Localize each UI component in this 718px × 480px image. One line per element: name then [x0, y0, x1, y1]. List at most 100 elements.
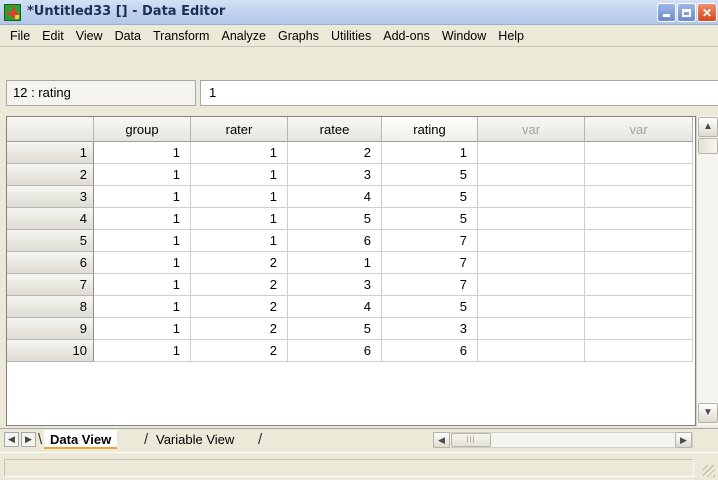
scroll-right-button[interactable]: ▶ — [675, 432, 692, 448]
data-cell[interactable]: 7 — [382, 230, 478, 252]
data-cell[interactable] — [478, 186, 585, 208]
row-number[interactable]: 2 — [7, 164, 94, 186]
data-cell[interactable] — [478, 142, 585, 164]
data-cell[interactable]: 1 — [191, 142, 288, 164]
horizontal-scroll-thumb[interactable]: ||| — [451, 433, 491, 447]
menu-window[interactable]: Window — [436, 26, 492, 46]
data-cell[interactable] — [478, 230, 585, 252]
data-cell[interactable]: 1 — [94, 252, 191, 274]
data-cell[interactable]: 3 — [288, 274, 382, 296]
menu-graphs[interactable]: Graphs — [272, 26, 325, 46]
data-cell[interactable]: 1 — [191, 208, 288, 230]
scroll-left-button[interactable]: ◀ — [433, 432, 450, 448]
data-cell[interactable] — [585, 230, 693, 252]
data-cell[interactable]: 2 — [191, 274, 288, 296]
data-cell[interactable]: 5 — [382, 208, 478, 230]
data-cell[interactable]: 1 — [191, 230, 288, 252]
row-number[interactable]: 8 — [7, 296, 94, 318]
row-number[interactable]: 5 — [7, 230, 94, 252]
data-cell[interactable]: 1 — [382, 142, 478, 164]
data-cell[interactable] — [585, 318, 693, 340]
row-number[interactable]: 1 — [7, 142, 94, 164]
data-cell[interactable]: 7 — [382, 274, 478, 296]
data-cell[interactable] — [585, 186, 693, 208]
menu-edit[interactable]: Edit — [36, 26, 70, 46]
data-cell[interactable] — [478, 318, 585, 340]
data-cell[interactable] — [478, 164, 585, 186]
data-cell[interactable]: 5 — [288, 208, 382, 230]
data-cell[interactable]: 1 — [94, 208, 191, 230]
data-cell[interactable]: 1 — [94, 230, 191, 252]
data-cell[interactable]: 1 — [94, 318, 191, 340]
data-cell[interactable] — [585, 274, 693, 296]
row-number[interactable]: 10 — [7, 340, 94, 362]
row-number[interactable]: 6 — [7, 252, 94, 274]
close-button[interactable]: ✕ — [697, 3, 717, 22]
data-cell[interactable]: 5 — [382, 186, 478, 208]
column-header-ratee[interactable]: ratee — [288, 117, 382, 142]
data-cell[interactable] — [585, 252, 693, 274]
minimize-button[interactable] — [657, 3, 676, 22]
maximize-button[interactable] — [677, 3, 696, 22]
scroll-down-button[interactable]: ▼ — [698, 403, 718, 423]
data-cell[interactable]: 1 — [94, 274, 191, 296]
data-cell[interactable]: 1 — [94, 142, 191, 164]
column-header-rater[interactable]: rater — [191, 117, 288, 142]
vertical-scroll-thumb[interactable] — [698, 138, 718, 154]
tab-data-view[interactable]: Data View — [44, 430, 118, 449]
data-cell[interactable]: 2 — [191, 340, 288, 362]
menu-add-ons[interactable]: Add-ons — [377, 26, 436, 46]
row-number[interactable]: 9 — [7, 318, 94, 340]
data-cell[interactable]: 5 — [382, 296, 478, 318]
data-cell[interactable] — [478, 340, 585, 362]
data-cell[interactable] — [478, 252, 585, 274]
tab-variable-view[interactable]: Variable View — [150, 430, 240, 449]
data-cell[interactable]: 4 — [288, 296, 382, 318]
data-cell[interactable] — [585, 340, 693, 362]
resize-grip-icon[interactable] — [703, 465, 715, 477]
data-cell[interactable] — [478, 296, 585, 318]
data-cell[interactable] — [585, 208, 693, 230]
data-cell[interactable]: 7 — [382, 252, 478, 274]
row-number[interactable]: 7 — [7, 274, 94, 296]
menu-utilities[interactable]: Utilities — [325, 26, 377, 46]
menu-view[interactable]: View — [70, 26, 109, 46]
data-cell[interactable]: 1 — [191, 186, 288, 208]
data-cell[interactable] — [478, 208, 585, 230]
menu-transform[interactable]: Transform — [147, 26, 216, 46]
data-cell[interactable]: 5 — [382, 164, 478, 186]
data-cell[interactable]: 6 — [288, 340, 382, 362]
menu-file[interactable]: File — [4, 26, 36, 46]
tab-scroll-left-button[interactable]: ◀ — [4, 432, 19, 447]
data-cell[interactable] — [585, 164, 693, 186]
data-cell[interactable]: 2 — [191, 296, 288, 318]
data-cell[interactable]: 1 — [94, 340, 191, 362]
data-cell[interactable]: 5 — [288, 318, 382, 340]
cell-value-input[interactable]: 1 — [200, 80, 718, 106]
data-cell[interactable]: 1 — [288, 252, 382, 274]
data-cell[interactable]: 2 — [191, 318, 288, 340]
menu-analyze[interactable]: Analyze — [215, 26, 271, 46]
data-cell[interactable]: 3 — [382, 318, 478, 340]
data-cell[interactable]: 6 — [382, 340, 478, 362]
menu-help[interactable]: Help — [492, 26, 530, 46]
row-number[interactable]: 3 — [7, 186, 94, 208]
data-cell[interactable]: 1 — [94, 296, 191, 318]
tab-scroll-right-button[interactable]: ▶ — [21, 432, 36, 447]
data-cell[interactable] — [585, 296, 693, 318]
data-cell[interactable] — [585, 142, 693, 164]
column-header-group[interactable]: group — [94, 117, 191, 142]
data-cell[interactable]: 4 — [288, 186, 382, 208]
data-cell[interactable]: 1 — [191, 164, 288, 186]
menu-data[interactable]: Data — [109, 26, 147, 46]
corner-header[interactable] — [7, 117, 94, 142]
data-cell[interactable]: 3 — [288, 164, 382, 186]
data-cell[interactable]: 2 — [191, 252, 288, 274]
vertical-scrollbar[interactable]: ▲ ▼ — [696, 116, 718, 426]
column-header-var[interactable]: var — [585, 117, 693, 142]
data-cell[interactable]: 1 — [94, 164, 191, 186]
data-cell[interactable]: 1 — [94, 186, 191, 208]
data-cell[interactable]: 6 — [288, 230, 382, 252]
horizontal-scrollbar[interactable]: ◀ ||| ▶ — [433, 432, 693, 448]
row-number[interactable]: 4 — [7, 208, 94, 230]
